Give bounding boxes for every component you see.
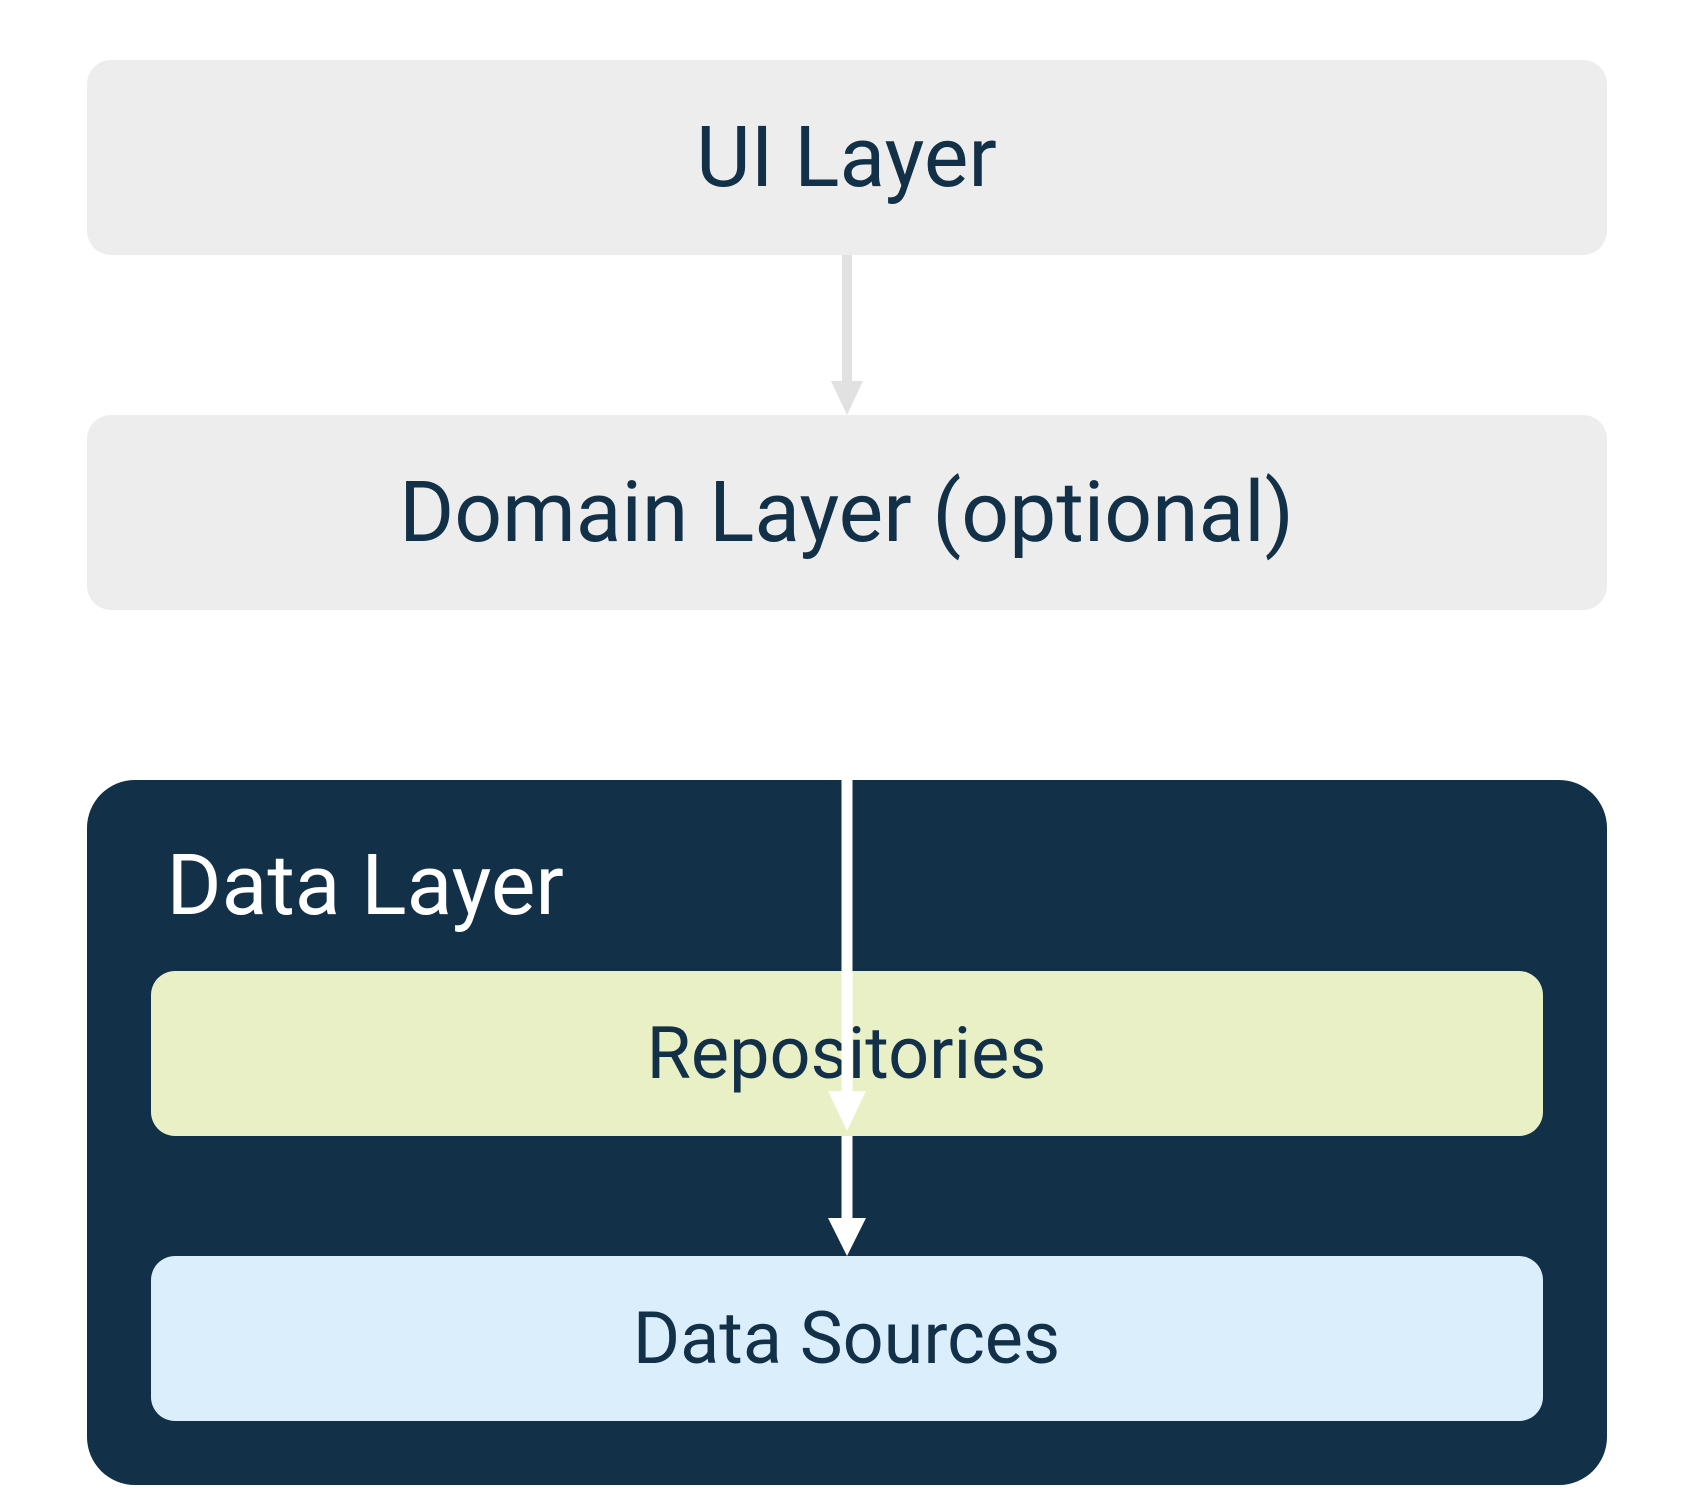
- domain-layer-box: Domain Layer (optional): [87, 415, 1607, 610]
- arrow-ui-to-domain: [827, 255, 867, 415]
- arrow-repositories-to-sources: [825, 1136, 869, 1256]
- data-layer-container: Data Layer Repositories Data Sources: [87, 780, 1607, 1485]
- architecture-diagram: UI Layer Domain Layer (optional) Data La…: [87, 60, 1607, 1485]
- domain-layer-label: Domain Layer (optional): [399, 463, 1294, 562]
- arrow-down-icon: [827, 255, 867, 415]
- arrow-down-icon: [825, 1136, 869, 1256]
- data-sources-box: Data Sources: [151, 1256, 1543, 1421]
- data-sources-label: Data Sources: [633, 1296, 1060, 1381]
- ui-layer-box: UI Layer: [87, 60, 1607, 255]
- ui-layer-label: UI Layer: [696, 108, 997, 207]
- arrow-down-icon: [825, 731, 869, 1131]
